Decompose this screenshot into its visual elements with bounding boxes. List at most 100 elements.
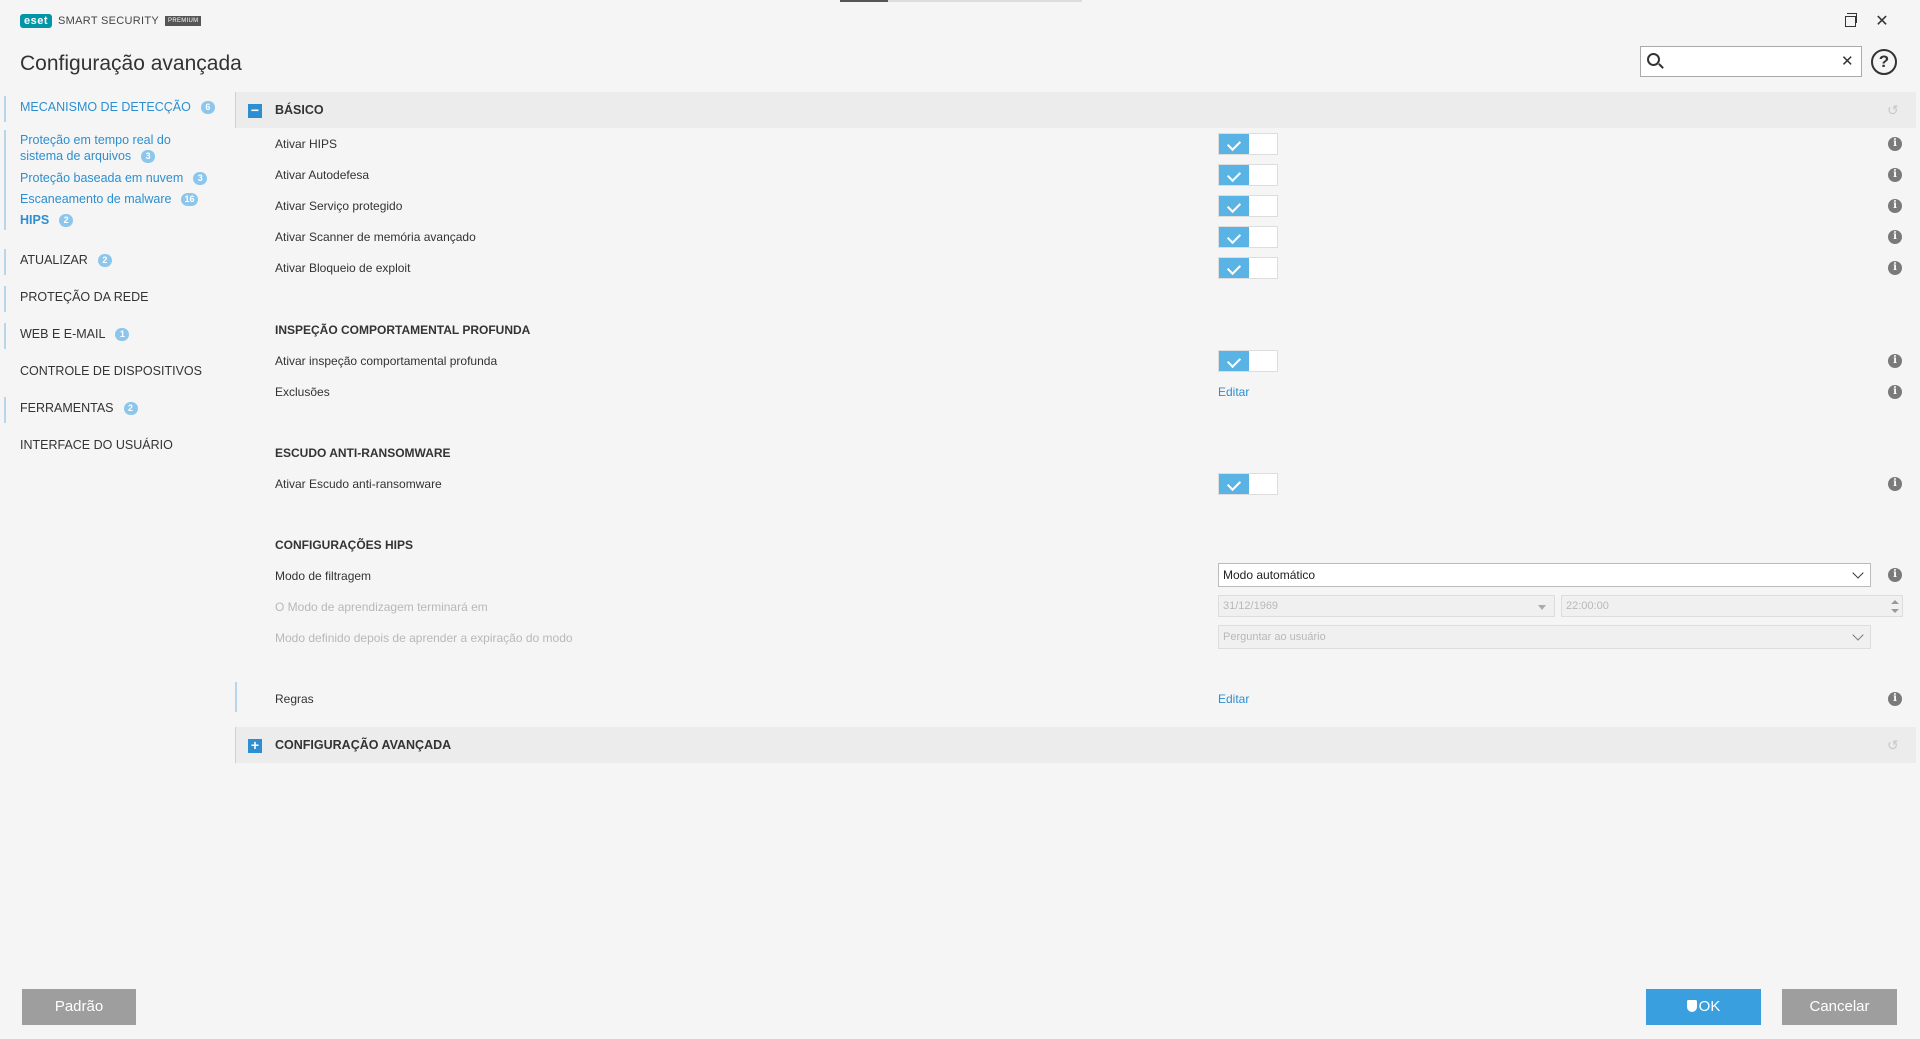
- search-input[interactable]: [1667, 51, 1827, 72]
- count-badge: 6: [200, 101, 215, 114]
- count-badge: 3: [193, 172, 208, 185]
- default-button[interactable]: Padrão: [22, 989, 136, 1025]
- setting-label: Ativar HIPS: [275, 137, 338, 151]
- cancel-button[interactable]: Cancelar: [1782, 989, 1897, 1025]
- hips-toggle[interactable]: [1218, 133, 1278, 155]
- check-icon: [1219, 351, 1249, 371]
- sidebar-subitem-cloud-protection[interactable]: Proteção baseada em nuvem 3: [20, 170, 235, 186]
- check-icon: [1219, 258, 1249, 278]
- product-name: SMART SECURITY: [58, 15, 160, 27]
- setting-label: Ativar inspeção comportamental profunda: [275, 354, 498, 368]
- check-icon: [1219, 474, 1249, 494]
- spinner-icon: [1890, 597, 1900, 617]
- info-icon[interactable]: i: [1888, 168, 1902, 182]
- group-title-ransomware: ESCUDO ANTI-RANSOMWARE: [275, 446, 451, 460]
- edit-exclusions-link[interactable]: Editar: [1218, 385, 1249, 399]
- subitem-label: HIPS: [20, 213, 50, 227]
- search-box[interactable]: ✕: [1640, 46, 1862, 77]
- sidebar-item-label: MECANISMO DE DETECÇÃO: [20, 100, 191, 114]
- chevron-down-icon: [1852, 629, 1864, 641]
- sidebar-item-tools[interactable]: FERRAMENTAS 2: [0, 397, 138, 423]
- clear-search-icon[interactable]: ✕: [1841, 52, 1854, 70]
- info-icon[interactable]: i: [1888, 261, 1902, 275]
- sidebar-item-network-protection[interactable]: PROTEÇÃO DA REDE: [0, 286, 149, 312]
- setting-label: Exclusões: [275, 385, 330, 399]
- section-basic-header[interactable]: − BÁSICO ↺: [236, 92, 1916, 128]
- sidebar-subitem-hips[interactable]: HIPS 2: [20, 212, 235, 228]
- check-icon: [1219, 227, 1249, 247]
- sidebar-subnav: Proteção em tempo real do sistema de arq…: [0, 130, 235, 230]
- info-icon[interactable]: i: [1888, 477, 1902, 491]
- ok-button[interactable]: OK: [1646, 989, 1761, 1025]
- sidebar-subitem-realtime-protection[interactable]: Proteção em tempo real do sistema de arq…: [20, 130, 235, 164]
- sidebar-item-label: INTERFACE DO USUÁRIO: [20, 438, 173, 452]
- sidebar-item-update[interactable]: ATUALIZAR 2: [0, 249, 112, 275]
- top-tab-indicator: [840, 0, 888, 2]
- section-title: BÁSICO: [275, 103, 324, 117]
- setting-label: Modo de filtragem: [275, 569, 372, 583]
- info-icon[interactable]: i: [1888, 137, 1902, 151]
- app-logo: eset SMART SECURITY PREMIUM: [20, 14, 202, 28]
- learning-end-date-field: 31/12/1969: [1218, 595, 1555, 617]
- self-defense-toggle[interactable]: [1218, 164, 1278, 186]
- count-badge: 2: [59, 214, 74, 227]
- group-title-deep-inspection: INSPEÇÃO COMPORTAMENTAL PROFUNDA: [275, 323, 531, 337]
- ok-label: OK: [1698, 998, 1721, 1015]
- reset-icon[interactable]: ↺: [1887, 737, 1899, 754]
- ransomware-shield-toggle[interactable]: [1218, 473, 1278, 495]
- group-title-hips-config: CONFIGURAÇÕES HIPS: [275, 538, 414, 552]
- deep-inspection-toggle[interactable]: [1218, 350, 1278, 372]
- info-icon[interactable]: i: [1888, 354, 1902, 368]
- after-learning-mode-select: Perguntar ao usuário: [1218, 625, 1871, 649]
- dropdown-arrow-icon: [1538, 605, 1546, 610]
- learning-end-time-field: 22:00:00: [1561, 595, 1903, 617]
- count-badge: 16: [181, 193, 198, 206]
- setting-label: Ativar Scanner de memória avançado: [275, 230, 476, 244]
- sidebar-item-web-email[interactable]: WEB E E-MAIL 1: [0, 323, 130, 349]
- sidebar-item-label: FERRAMENTAS: [20, 401, 114, 415]
- sidebar-item-label: WEB E E-MAIL: [20, 327, 106, 341]
- sidebar-item-detection-engine[interactable]: MECANISMO DE DETECÇÃO 6: [0, 96, 215, 122]
- restore-window-button[interactable]: [1838, 10, 1862, 32]
- close-icon: ✕: [1875, 13, 1889, 30]
- edit-rules-link[interactable]: Editar: [1218, 692, 1249, 706]
- time-value: 22:00:00: [1566, 600, 1609, 612]
- reset-icon[interactable]: ↺: [1887, 102, 1899, 119]
- date-value: 31/12/1969: [1223, 600, 1279, 612]
- subitem-label-line2: sistema de arquivos: [20, 149, 132, 163]
- info-icon[interactable]: i: [1888, 199, 1902, 213]
- sidebar-item-device-control[interactable]: CONTROLE DE DISPOSITIVOS: [0, 364, 202, 378]
- sidebar-item-user-interface[interactable]: INTERFACE DO USUÁRIO: [0, 438, 173, 452]
- collapse-icon[interactable]: −: [248, 103, 262, 118]
- count-badge: 3: [141, 150, 156, 163]
- select-value: Perguntar ao usuário: [1223, 631, 1326, 643]
- info-icon[interactable]: i: [1888, 230, 1902, 244]
- protected-service-toggle[interactable]: [1218, 195, 1278, 217]
- shield-icon: [1686, 1000, 1697, 1012]
- section-advanced-header[interactable]: + CONFIGURAÇÃO AVANÇADA ↺: [236, 727, 1916, 763]
- setting-label-disabled: Modo definido depois de aprender a expir…: [275, 631, 573, 645]
- sidebar-subitem-malware-scan[interactable]: Escaneamento de malware 16: [20, 191, 235, 207]
- select-value: Modo automático: [1223, 568, 1316, 582]
- section-title: CONFIGURAÇÃO AVANÇADA: [275, 738, 452, 752]
- search-icon: [1647, 53, 1660, 66]
- info-icon[interactable]: i: [1888, 692, 1902, 706]
- info-icon[interactable]: i: [1888, 385, 1902, 399]
- expand-icon[interactable]: +: [248, 738, 262, 753]
- eset-logo: eset: [20, 14, 53, 28]
- section-rule: [235, 682, 237, 712]
- count-badge: 2: [97, 254, 112, 267]
- help-icon[interactable]: ?: [1871, 49, 1897, 75]
- subitem-label-line1: Proteção em tempo real do: [20, 133, 171, 147]
- info-icon[interactable]: i: [1888, 568, 1902, 582]
- page-title: Configuração avançada: [20, 52, 242, 75]
- count-badge: 1: [115, 328, 130, 341]
- setting-label: Ativar Escudo anti-ransomware: [275, 477, 442, 491]
- advanced-memory-scanner-toggle[interactable]: [1218, 226, 1278, 248]
- count-badge: 2: [123, 402, 138, 415]
- exploit-blocker-toggle[interactable]: [1218, 257, 1278, 279]
- sidebar-item-label: ATUALIZAR: [20, 253, 88, 267]
- sidebar-item-label: CONTROLE DE DISPOSITIVOS: [20, 364, 202, 378]
- close-window-button[interactable]: ✕: [1870, 10, 1894, 32]
- filter-mode-select[interactable]: Modo automático: [1218, 563, 1871, 587]
